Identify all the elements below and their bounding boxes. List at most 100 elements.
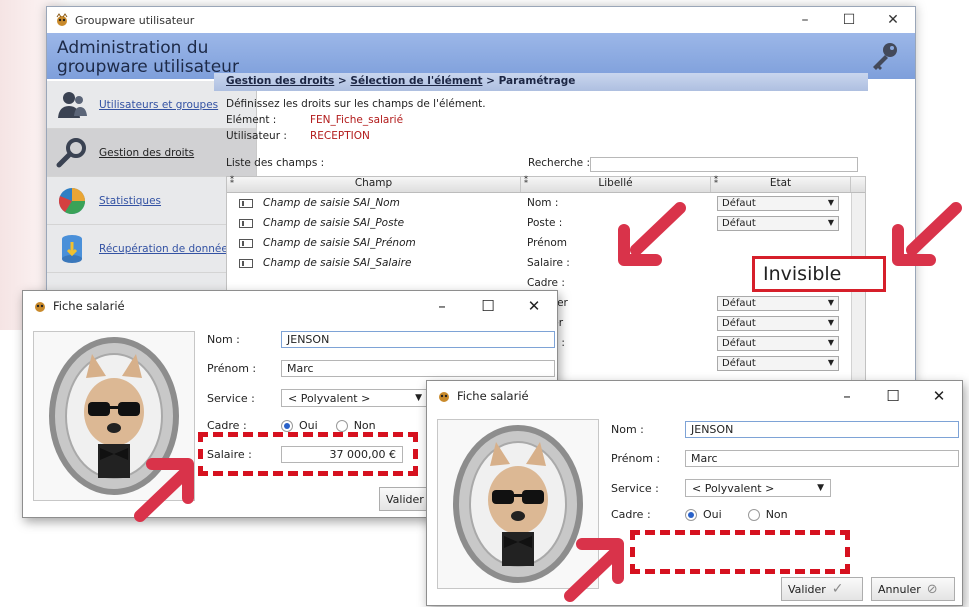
arrow-icon (134, 458, 194, 522)
dialog-titlebar: Fiche salarié – ☐ ✕ (23, 291, 557, 321)
sidebar-item-label: Récupération de données (99, 242, 234, 255)
close-button[interactable]: ✕ (916, 387, 962, 405)
breadcrumb-selection[interactable]: Sélection de l'élément (350, 75, 482, 87)
table-row[interactable]: Champ de saisie SAI_Prénom Prénom (227, 233, 865, 253)
invisible-state-callout: Invisible (752, 256, 886, 292)
banner-title: Administration du groupware utilisateur (57, 38, 239, 77)
search-input[interactable] (590, 157, 858, 172)
chevron-down-icon: ▼ (827, 357, 834, 367)
prenom-field[interactable]: Marc (685, 450, 959, 467)
etat-select[interactable]: Défaut ▼ (717, 335, 839, 351)
sidebar-item-recovery[interactable]: Récupération de données (47, 225, 256, 273)
cadre-row: Cadre : Oui Non (207, 419, 376, 432)
prenom-row: Prénom : Marc (207, 360, 555, 377)
column-etat[interactable]: ⁑ Etat (711, 176, 851, 192)
arrow-icon (892, 202, 962, 266)
search-row: Liste des champs : Recherche : (226, 157, 858, 173)
nom-field[interactable]: JENSON (281, 331, 555, 348)
service-select[interactable]: < Polyvalent > ▼ (281, 389, 429, 407)
service-row: Service : < Polyvalent > ▼ (611, 479, 831, 497)
sidebar-item-label: Statistiques (99, 194, 162, 207)
breadcrumb: Gestion des droits > Sélection de l'élém… (214, 73, 868, 91)
cadre-label: Cadre : (611, 508, 651, 521)
cadre-oui-radio[interactable] (685, 508, 697, 521)
close-button[interactable]: ✕ (511, 297, 557, 315)
prenom-row: Prénom : Marc (611, 450, 959, 467)
service-row: Service : < Polyvalent > ▼ (207, 389, 429, 407)
chevron-down-icon: ▼ (827, 317, 834, 327)
user-value: RECEPTION (310, 130, 370, 142)
chevron-down-icon: ▼ (827, 337, 834, 347)
nom-row: Nom : JENSON (611, 421, 959, 438)
etat-cell: Défaut ▼ (711, 295, 851, 311)
breadcrumb-current: Paramétrage (498, 75, 576, 87)
nom-label: Nom : (207, 333, 240, 346)
prenom-field[interactable]: Marc (281, 360, 555, 377)
app-logo-icon (56, 13, 68, 26)
maximize-button[interactable]: ☐ (465, 297, 511, 315)
table-row[interactable]: Champ de saisie SAI_Poste Poste : Défaut ▼ (227, 213, 865, 233)
etat-cell: Défaut ▼ (711, 355, 851, 371)
check-icon: ✓ (831, 581, 844, 597)
etat-select[interactable]: Défaut ▼ (717, 355, 839, 371)
window-titlebar: Groupware utilisateur – ☐ ✕ (47, 7, 915, 33)
sidebar-item-rights[interactable]: Gestion des droits (47, 129, 256, 177)
etat-select[interactable]: Défaut ▼ (717, 195, 839, 211)
dialog-title: Fiche salarié (53, 299, 125, 313)
chevron-down-icon: ▼ (415, 393, 422, 403)
element-label: Elément : (226, 114, 277, 126)
annuler-button[interactable]: Annuler ⊘ (871, 577, 955, 601)
nom-field[interactable]: JENSON (685, 421, 959, 438)
minimize-button[interactable]: – (419, 297, 465, 315)
libelle-cell: Cadre : (527, 277, 565, 289)
cancel-icon: ⊘ (926, 581, 938, 597)
users-icon (58, 91, 87, 118)
column-champ[interactable]: ⁑ Champ (227, 176, 521, 192)
pie-chart-icon (58, 187, 86, 214)
fields-list-label: Liste des champs : (226, 157, 325, 169)
highlight-salary-box (198, 432, 418, 476)
prenom-label: Prénom : (611, 452, 661, 465)
app-logo-icon (35, 302, 45, 312)
database-icon (62, 234, 82, 263)
cadre-row: Cadre : Oui Non (611, 508, 788, 521)
cadre-non-radio[interactable] (747, 508, 760, 521)
minimize-button[interactable]: – (783, 12, 827, 28)
etat-cell: Défaut ▼ (711, 215, 851, 231)
etat-cell: Défaut ▼ (711, 315, 851, 331)
nom-label: Nom : (611, 423, 644, 436)
etat-select[interactable]: Défaut ▼ (717, 315, 839, 331)
maximize-button[interactable]: ☐ (870, 387, 916, 405)
sidebar-item-label: Utilisateurs et groupes (99, 98, 219, 111)
valider-button[interactable]: Valider ✓ (781, 577, 863, 601)
champ-cell: Champ de saisie SAI_Prénom (227, 237, 521, 249)
chevron-down-icon: ▼ (827, 197, 834, 207)
sidebar-item-stats[interactable]: Statistiques (47, 177, 256, 225)
field-icon (239, 258, 253, 268)
chevron-down-icon: ▼ (827, 217, 834, 227)
minimize-button[interactable]: – (824, 387, 870, 405)
service-label: Service : (207, 391, 255, 405)
chevron-down-icon: ▼ (817, 483, 824, 493)
maximize-button[interactable]: ☐ (827, 12, 871, 28)
highlight-empty-salary (630, 530, 850, 574)
close-button[interactable]: ✕ (871, 12, 915, 28)
chevron-down-icon: ▼ (827, 297, 834, 307)
cadre-oui-radio[interactable] (281, 419, 293, 432)
magnifier-icon (56, 137, 86, 167)
breadcrumb-rights[interactable]: Gestion des droits (226, 75, 334, 87)
key-icon (873, 43, 897, 70)
sidebar-item-label: Gestion des droits (99, 146, 195, 159)
intro-text: Définissez les droits sur les champs de … (226, 98, 486, 110)
cadre-non-radio[interactable] (335, 419, 348, 432)
service-label: Service : (611, 481, 659, 495)
column-libelle[interactable]: ⁑ Libellé (521, 176, 711, 192)
table-row[interactable]: Champ de saisie SAI_Nom Nom : Défaut ▼ (227, 193, 865, 213)
user-label: Utilisateur : (226, 130, 287, 142)
etat-select[interactable]: Défaut ▼ (717, 215, 839, 231)
window-title: Groupware utilisateur (75, 13, 195, 27)
etat-select[interactable]: Défaut ▼ (717, 295, 839, 311)
service-select[interactable]: < Polyvalent > ▼ (685, 479, 831, 497)
champ-cell: Champ de saisie SAI_Poste (227, 217, 521, 229)
arrow-icon (618, 202, 686, 266)
